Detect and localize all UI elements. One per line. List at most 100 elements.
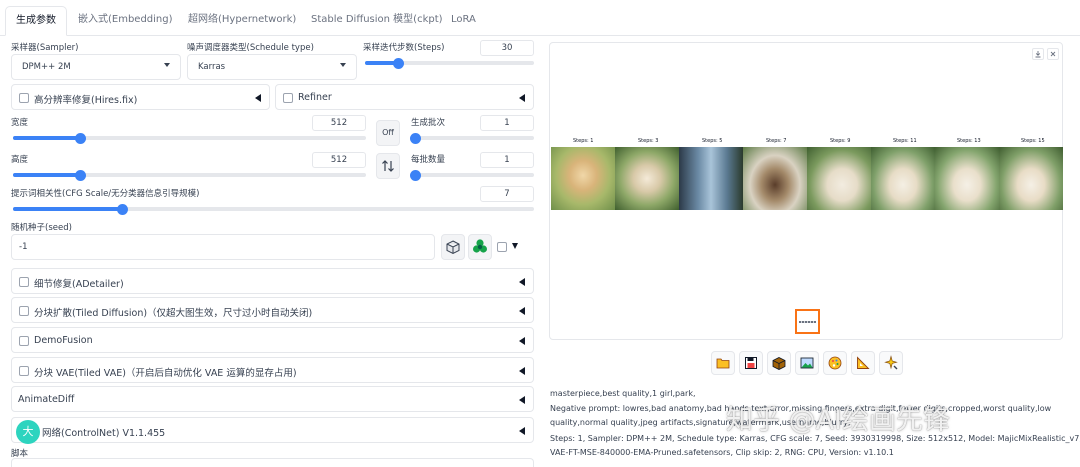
tab-generation-params[interactable]: 生成参数 xyxy=(5,6,67,36)
grid-image[interactable] xyxy=(807,147,871,210)
swap-dimensions-button[interactable] xyxy=(376,153,400,179)
demofusion-accordion[interactable]: DemoFusion xyxy=(11,327,534,353)
seed-value: -1 xyxy=(19,242,28,252)
tiled-vae-accordion[interactable]: 分块 VAE(Tiled VAE)（开启后自动优化 VAE 运算的显存占用) xyxy=(11,357,534,383)
grid-image[interactable] xyxy=(743,147,807,210)
script-dropdown[interactable] xyxy=(11,458,534,467)
width-slider-handle[interactable] xyxy=(74,132,86,144)
grid-step-label: Steps: 7 xyxy=(766,138,787,144)
collapse-arrow-icon xyxy=(519,94,525,102)
demofusion-checkbox[interactable] xyxy=(19,336,29,346)
seed-input[interactable]: -1 xyxy=(11,234,435,260)
save-icon xyxy=(745,357,757,369)
batch-count-slider-handle[interactable] xyxy=(410,132,422,144)
batch-count-input[interactable]: 1 xyxy=(480,115,534,131)
adetailer-accordion[interactable]: 细节修复(ADetailer) xyxy=(11,268,534,294)
cfg-slider[interactable] xyxy=(13,203,534,215)
chevron-down-icon xyxy=(164,63,170,67)
reuse-seed-button[interactable] xyxy=(468,234,492,260)
open-folder-button[interactable] xyxy=(711,351,735,375)
tab-embedding[interactable]: 嵌入式(Embedding) xyxy=(68,6,183,36)
demofusion-label: DemoFusion xyxy=(34,335,93,346)
schedule-dropdown[interactable]: Karras xyxy=(187,54,357,80)
dice-icon xyxy=(446,240,460,255)
grid-image[interactable] xyxy=(999,147,1063,210)
refiner-checkbox[interactable] xyxy=(283,93,293,103)
tiled-diffusion-checkbox[interactable] xyxy=(19,306,29,316)
schedule-value: Karras xyxy=(198,62,226,72)
width-slider-fill xyxy=(13,136,81,140)
close-image-button[interactable] xyxy=(1047,48,1059,60)
batch-size-slider-handle[interactable] xyxy=(410,169,422,181)
sampler-dropdown[interactable]: DPM++ 2M xyxy=(11,54,181,80)
controlnet-accordion[interactable]: 网络(ControlNet) V1.1.455 xyxy=(11,417,534,443)
animatediff-accordion[interactable]: AnimateDiff xyxy=(11,386,534,412)
cfg-slider-fill xyxy=(13,207,123,211)
tiled-diffusion-label: 分块扩散(Tiled Diffusion)（仅超大图生效，尺寸过小时自动关闭) xyxy=(34,308,313,319)
recycle-icon xyxy=(473,239,487,253)
watermark: 知乎 @AI绘画先锋 xyxy=(726,405,951,436)
batch-size-input[interactable]: 1 xyxy=(480,152,534,168)
collapse-arrow-icon xyxy=(519,367,525,375)
extra-seed-checkbox[interactable] xyxy=(497,242,507,252)
close-icon xyxy=(1050,51,1056,57)
width-input[interactable]: 512 xyxy=(312,115,366,131)
batch-count-label: 生成批次 xyxy=(411,118,446,128)
tab-lora[interactable]: LoRA xyxy=(441,6,486,36)
grid-step-label: Steps: 9 xyxy=(830,138,851,144)
width-slider[interactable] xyxy=(13,132,366,144)
collapse-arrow-icon xyxy=(519,307,525,315)
tiled-vae-checkbox[interactable] xyxy=(19,366,29,376)
info-prompt: masterpiece,best quality,1 girl,park, xyxy=(550,389,696,398)
steps-slider[interactable] xyxy=(365,57,534,69)
send-to-extras-button[interactable] xyxy=(851,351,875,375)
gallery-thumbnail-selected[interactable] xyxy=(795,309,820,334)
expand-arrow-icon[interactable] xyxy=(512,243,518,249)
save-button[interactable] xyxy=(739,351,763,375)
grid-image[interactable] xyxy=(551,147,615,210)
animatediff-label: AnimateDiff xyxy=(18,394,75,405)
collapse-arrow-icon xyxy=(255,94,261,102)
steps-input[interactable]: 30 xyxy=(480,40,534,56)
cfg-input[interactable]: 7 xyxy=(480,186,534,202)
height-slider[interactable] xyxy=(13,169,366,181)
aspect-lock-button[interactable]: Off xyxy=(376,120,400,146)
mini-grid-preview xyxy=(799,321,816,323)
grid-image[interactable] xyxy=(615,147,679,210)
steps-slider-handle[interactable] xyxy=(393,57,405,69)
tiled-diffusion-accordion[interactable]: 分块扩散(Tiled Diffusion)（仅超大图生效，尺寸过小时自动关闭) xyxy=(11,297,534,323)
refiner-accordion[interactable]: Refiner xyxy=(275,84,534,110)
grid-step-label: Steps: 5 xyxy=(702,138,723,144)
controlnet-label: 网络(ControlNet) V1.1.455 xyxy=(42,428,166,439)
ruler-triangle-icon xyxy=(857,356,870,369)
adetailer-checkbox[interactable] xyxy=(19,277,29,287)
extras-tools-button[interactable] xyxy=(879,351,903,375)
image-icon xyxy=(800,357,814,369)
send-to-inpaint-button[interactable] xyxy=(823,351,847,375)
sampler-label: 采样器(Sampler) xyxy=(11,43,79,53)
info-parameters-cont: VAE-FT-MSE-840000-EMA-Pruned.safetensors… xyxy=(550,448,894,457)
random-seed-button[interactable] xyxy=(441,234,465,260)
tab-checkpoint[interactable]: Stable Diffusion 模型(ckpt) xyxy=(301,6,453,36)
batch-count-slider[interactable] xyxy=(410,132,534,144)
cfg-slider-handle[interactable] xyxy=(116,203,128,215)
hires-fix-accordion[interactable]: 高分辨率修复(Hires.fix) xyxy=(11,84,270,110)
chevron-down-icon xyxy=(340,63,346,67)
grid-image[interactable] xyxy=(871,147,935,210)
folder-icon xyxy=(716,358,730,369)
download-button[interactable] xyxy=(1032,48,1044,60)
grid-image[interactable] xyxy=(935,147,999,210)
send-to-img2img-button[interactable] xyxy=(795,351,819,375)
palette-icon xyxy=(828,356,842,370)
grid-image[interactable] xyxy=(679,147,743,210)
batch-size-label: 每批数量 xyxy=(411,155,446,165)
batch-size-slider[interactable] xyxy=(410,169,534,181)
height-input[interactable]: 512 xyxy=(312,152,366,168)
hires-fix-checkbox[interactable] xyxy=(19,93,29,103)
zip-button[interactable] xyxy=(767,351,791,375)
height-slider-handle[interactable] xyxy=(74,169,86,181)
grid-step-label: Steps: 13 xyxy=(957,138,981,144)
grid-step-label: Steps: 3 xyxy=(638,138,659,144)
tab-hypernetwork[interactable]: 超网络(Hypernetwork) xyxy=(178,6,306,36)
tab-bar: 生成参数 嵌入式(Embedding) 超网络(Hypernetwork) St… xyxy=(0,0,1080,36)
